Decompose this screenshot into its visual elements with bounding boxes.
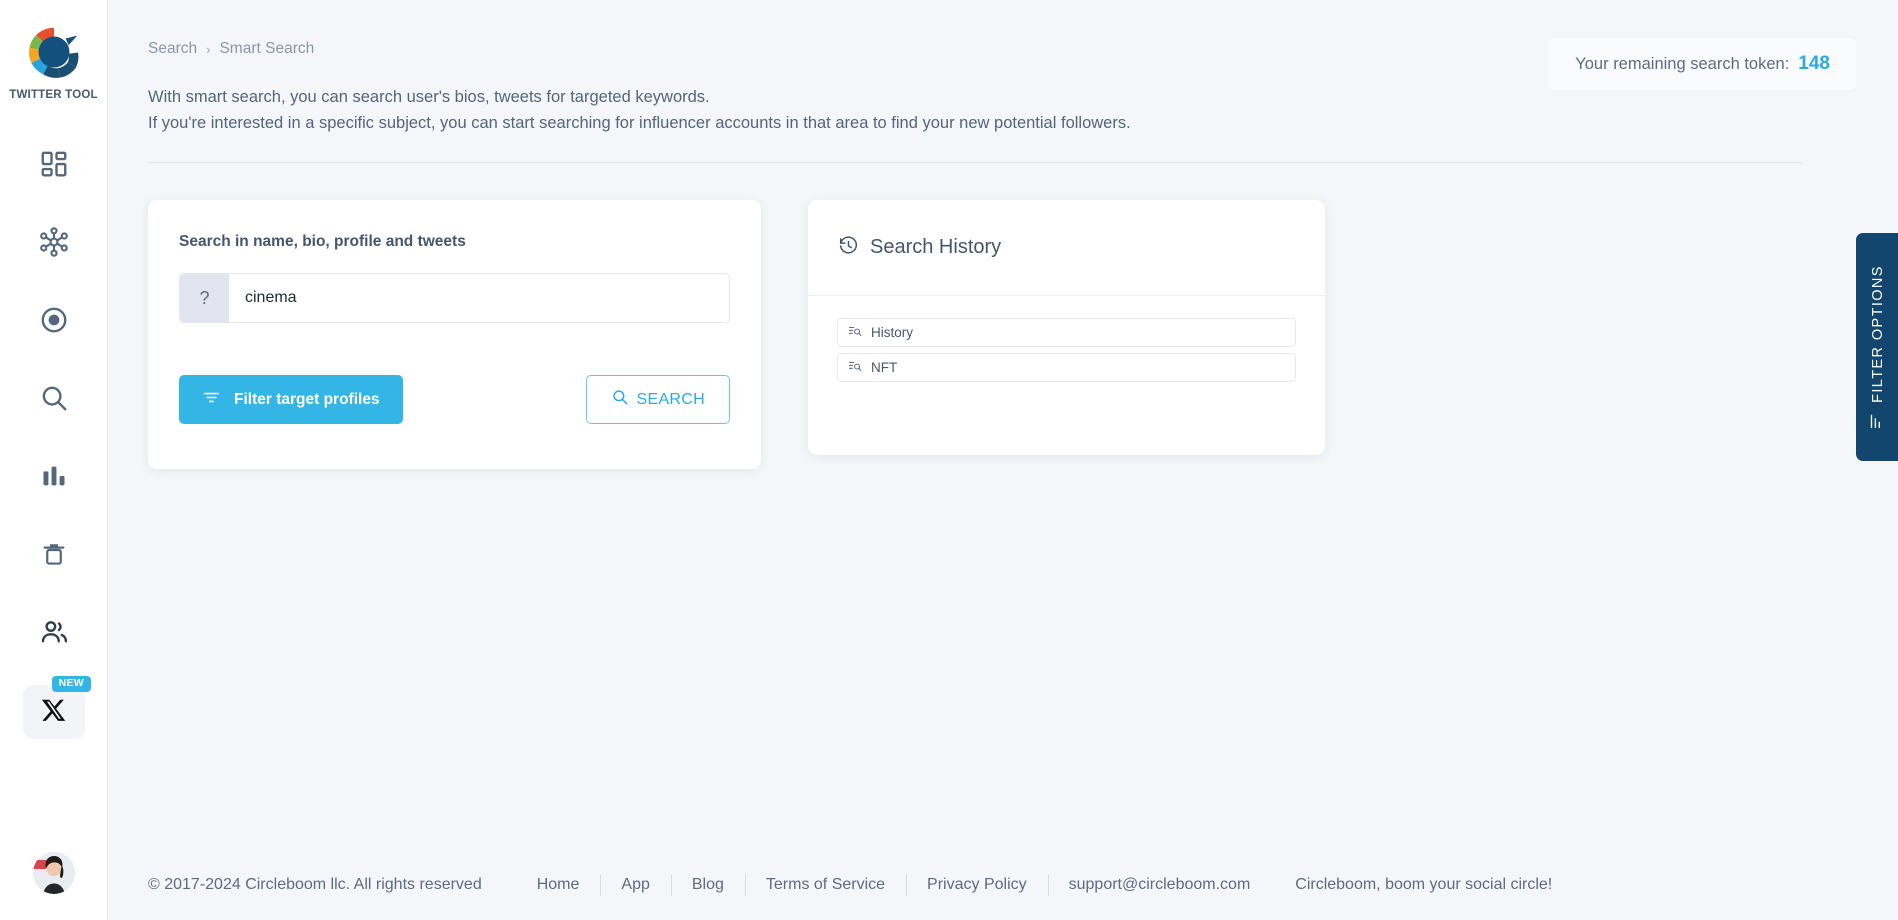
- question-mark-icon[interactable]: ?: [180, 274, 229, 323]
- page-description: With smart search, you can search user's…: [148, 85, 1898, 136]
- footer-link-home[interactable]: Home: [516, 876, 601, 894]
- app-logo[interactable]: TWITTER TOOL: [9, 22, 98, 101]
- filter-target-profiles-button[interactable]: Filter target profiles: [179, 375, 403, 425]
- circleboom-logo-icon: [28, 27, 78, 78]
- footer-tagline: Circleboom, boom your social circle!: [1295, 876, 1553, 893]
- list-item-label: NFT: [871, 360, 898, 376]
- search-card-label: Search in name, bio, profile and tweets: [179, 233, 466, 251]
- search-input[interactable]: [229, 274, 729, 323]
- footer-copyright: © 2017-2024 Circleboom llc. All rights r…: [148, 876, 482, 893]
- sidebar-item-dashboard[interactable]: [0, 125, 107, 203]
- footer-link-support-email[interactable]: support@circleboom.com: [1048, 876, 1272, 894]
- search-button[interactable]: SEARCH: [585, 375, 730, 425]
- search-history-header: Search History: [808, 200, 1325, 297]
- app-root: TWITTER TOOL NEW Search › Smart Search W…: [0, 0, 1898, 920]
- search-history-list: History NFT: [808, 296, 1325, 383]
- filter-options-tab-inner: FILTER OPTIONS: [1867, 265, 1888, 430]
- logo-label: TWITTER TOOL: [9, 89, 98, 101]
- chevron-right-icon: ›: [206, 41, 211, 57]
- sidebar-item-network[interactable]: [0, 203, 107, 281]
- cards-row: Search in name, bio, profile and tweets …: [148, 200, 1898, 470]
- search-list-icon: [848, 324, 862, 341]
- list-item[interactable]: NFT: [837, 353, 1296, 383]
- filter-lines-icon: [202, 388, 221, 412]
- breadcrumb-parent[interactable]: Search: [148, 40, 197, 58]
- sidebar-item-analytics[interactable]: [0, 437, 107, 515]
- footer: © 2017-2024 Circleboom llc. All rights r…: [108, 850, 1898, 920]
- sidebar: TWITTER TOOL NEW: [0, 0, 108, 920]
- x-button[interactable]: [22, 685, 85, 739]
- footer-link-app[interactable]: App: [600, 876, 670, 894]
- sidebar-item-x[interactable]: NEW: [0, 676, 107, 739]
- token-label: Your remaining search token:: [1575, 54, 1790, 73]
- main-content: Search › Smart Search With smart search,…: [108, 0, 1898, 920]
- sidebar-nav: NEW: [0, 125, 107, 739]
- trash-bin-icon: [40, 540, 68, 568]
- footer-link-blog[interactable]: Blog: [671, 876, 745, 894]
- search-input-row: ?: [179, 273, 730, 324]
- search-card: Search in name, bio, profile and tweets …: [148, 200, 761, 470]
- filter-options-label: FILTER OPTIONS: [1869, 264, 1886, 403]
- target-circle-icon: [39, 305, 69, 335]
- description-line-2: If you're interested in a specific subje…: [148, 113, 1131, 132]
- clock-rewind-icon: [838, 235, 859, 261]
- users-group-icon: [39, 617, 69, 647]
- search-button-label: SEARCH: [636, 390, 705, 408]
- bar-chart-icon: [40, 462, 68, 490]
- avatar-image: [32, 852, 75, 894]
- search-magnifier-icon: [39, 383, 69, 413]
- search-card-buttons: Filter target profiles SEARCH: [179, 375, 730, 425]
- search-history-title: Search History: [870, 236, 1002, 259]
- network-nodes-icon: [38, 226, 70, 258]
- search-list-icon: [848, 359, 862, 376]
- sidebar-item-delete[interactable]: [0, 515, 107, 593]
- token-value: 148: [1798, 53, 1830, 74]
- new-badge: NEW: [51, 676, 91, 692]
- grid-dashboard-icon: [39, 149, 69, 179]
- search-history-card: Search History History NFT: [808, 200, 1325, 456]
- footer-link-terms[interactable]: Terms of Service: [745, 876, 906, 894]
- search-magnifier-icon: [611, 388, 629, 411]
- footer-link-privacy[interactable]: Privacy Policy: [906, 876, 1048, 894]
- filter-button-label: Filter target profiles: [234, 390, 380, 408]
- list-item[interactable]: History: [837, 318, 1296, 348]
- avatar[interactable]: [32, 852, 75, 894]
- x-twitter-icon: [41, 697, 67, 728]
- list-item-label: History: [871, 325, 914, 341]
- search-token-badge: Your remaining search token: 148: [1549, 38, 1856, 90]
- sidebar-item-target[interactable]: [0, 281, 107, 359]
- breadcrumb-current: Smart Search: [219, 40, 315, 57]
- section-divider: [148, 162, 1803, 164]
- filter-options-tab[interactable]: FILTER OPTIONS: [1856, 233, 1898, 461]
- sidebar-item-users[interactable]: [0, 593, 107, 671]
- sidebar-item-search[interactable]: [0, 359, 107, 437]
- filter-sliders-icon: [1867, 412, 1888, 429]
